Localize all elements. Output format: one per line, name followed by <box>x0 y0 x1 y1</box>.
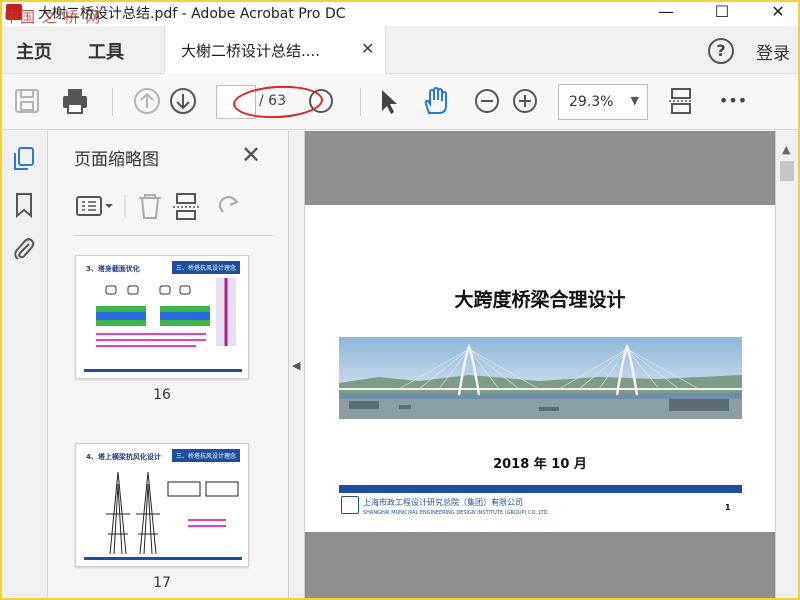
tab-bar: 主页 工具 大榭二桥设计总结.... ✕ ? 登录 <box>0 26 800 74</box>
page-thumbnails-icon[interactable] <box>10 145 38 173</box>
attachment-icon[interactable] <box>10 235 38 263</box>
title-bar: 中国 之 桥 网 大榭二桥设计总结.pdf - Adobe Acrobat Pr… <box>0 0 800 26</box>
chevron-down-icon: ▼ <box>630 94 639 107</box>
organization-name-cn: 上海市政工程设计研究总院（集团）有限公司 <box>363 498 523 507</box>
delete-page-icon[interactable] <box>139 194 161 219</box>
zoom-out-icon[interactable] <box>472 86 502 116</box>
collapse-panel-icon[interactable]: ◀ <box>292 359 300 372</box>
panel-divider <box>73 235 273 236</box>
thumbnail-footer-bar <box>84 557 242 560</box>
organization-logo <box>341 496 359 514</box>
navigation-rail <box>0 131 48 600</box>
document-page-number: 1 <box>725 503 731 512</box>
maximize-button[interactable]: ☐ <box>700 0 744 26</box>
close-window-button[interactable]: ✕ <box>756 0 800 26</box>
select-cursor-icon[interactable] <box>374 86 404 116</box>
tab-document[interactable]: 大榭二桥设计总结.... ✕ <box>164 26 386 74</box>
thumbnail-page-number: 16 <box>153 387 171 403</box>
tab-home[interactable]: 主页 <box>16 38 52 64</box>
document-date: 2018 年 10 月 <box>493 457 587 472</box>
hand-tool-icon[interactable] <box>420 86 450 116</box>
scroll-up-icon[interactable]: ▲ <box>782 143 790 156</box>
thumbnail-page-number: 17 <box>153 575 171 591</box>
minimize-button[interactable]: — <box>644 0 688 26</box>
zoom-select[interactable]: 29.3% ▼ <box>558 84 648 120</box>
panel-splitter[interactable]: ◀ <box>289 131 305 600</box>
login-link[interactable]: 登录 <box>756 39 790 64</box>
more-tools-icon[interactable]: ••• <box>718 86 748 116</box>
close-panel-icon[interactable]: ✕ <box>241 141 261 169</box>
print-icon[interactable] <box>60 86 90 116</box>
document-scrollbar[interactable]: ▲ <box>775 131 798 600</box>
toolbar-divider <box>360 88 361 116</box>
panel-toolbar <box>73 189 273 223</box>
thumbnail-footer-bar <box>84 369 242 372</box>
toolbar-divider <box>112 88 113 116</box>
help-icon[interactable]: ? <box>708 38 734 64</box>
window-title: 大榭二桥设计总结.pdf - Adobe Acrobat Pro DC <box>38 6 346 22</box>
tab-document-label: 大榭二桥设计总结.... <box>181 42 321 60</box>
next-page-icon[interactable] <box>168 86 198 116</box>
thumbnail-panel: 页面缩略图 ✕ 3、塔身截面优化 三、桥塔抗风设计理念 16 4、塔上横梁抗风化… <box>49 131 328 600</box>
zoom-value: 29.3% <box>569 94 614 110</box>
fit-page-icon[interactable] <box>666 86 696 116</box>
bookmark-icon[interactable] <box>10 191 38 219</box>
panel-title: 页面缩略图 <box>74 150 159 170</box>
document-view[interactable]: 大跨度桥梁合理设计 2018 年 10 月 上海市政工程设计研究总院（集团）有限… <box>305 131 775 600</box>
organization-name-en: SHANGHAI MUNICIPAL ENGINEERING DESIGN IN… <box>363 510 550 516</box>
pdf-page: 大跨度桥梁合理设计 2018 年 10 月 上海市政工程设计研究总院（集团）有限… <box>305 205 775 532</box>
thumbnail-figure <box>106 471 239 555</box>
rotate-page-icon[interactable] <box>219 196 239 213</box>
tab-tools[interactable]: 工具 <box>88 38 124 64</box>
main-toolbar: / 63 29.3% ▼ ••• <box>0 74 800 130</box>
bridge-photo <box>339 337 742 419</box>
scrollbar-thumb[interactable] <box>780 161 794 181</box>
page-thumbnail[interactable]: 3、塔身截面优化 三、桥塔抗风设计理念 <box>75 255 249 379</box>
page-thumbnail[interactable]: 4、塔上横梁抗风化设计 三、桥塔抗风设计理念 <box>75 443 249 567</box>
page-footer-bar <box>339 485 742 493</box>
tab-close-icon[interactable]: ✕ <box>361 39 374 58</box>
save-icon[interactable] <box>12 86 42 116</box>
previous-page-icon[interactable] <box>132 86 162 116</box>
document-title: 大跨度桥梁合理设计 <box>454 289 626 311</box>
zoom-in-icon[interactable] <box>510 86 540 116</box>
thumbnail-figure <box>96 278 236 347</box>
options-menu-icon[interactable] <box>76 196 113 216</box>
extract-page-icon[interactable] <box>173 193 199 220</box>
